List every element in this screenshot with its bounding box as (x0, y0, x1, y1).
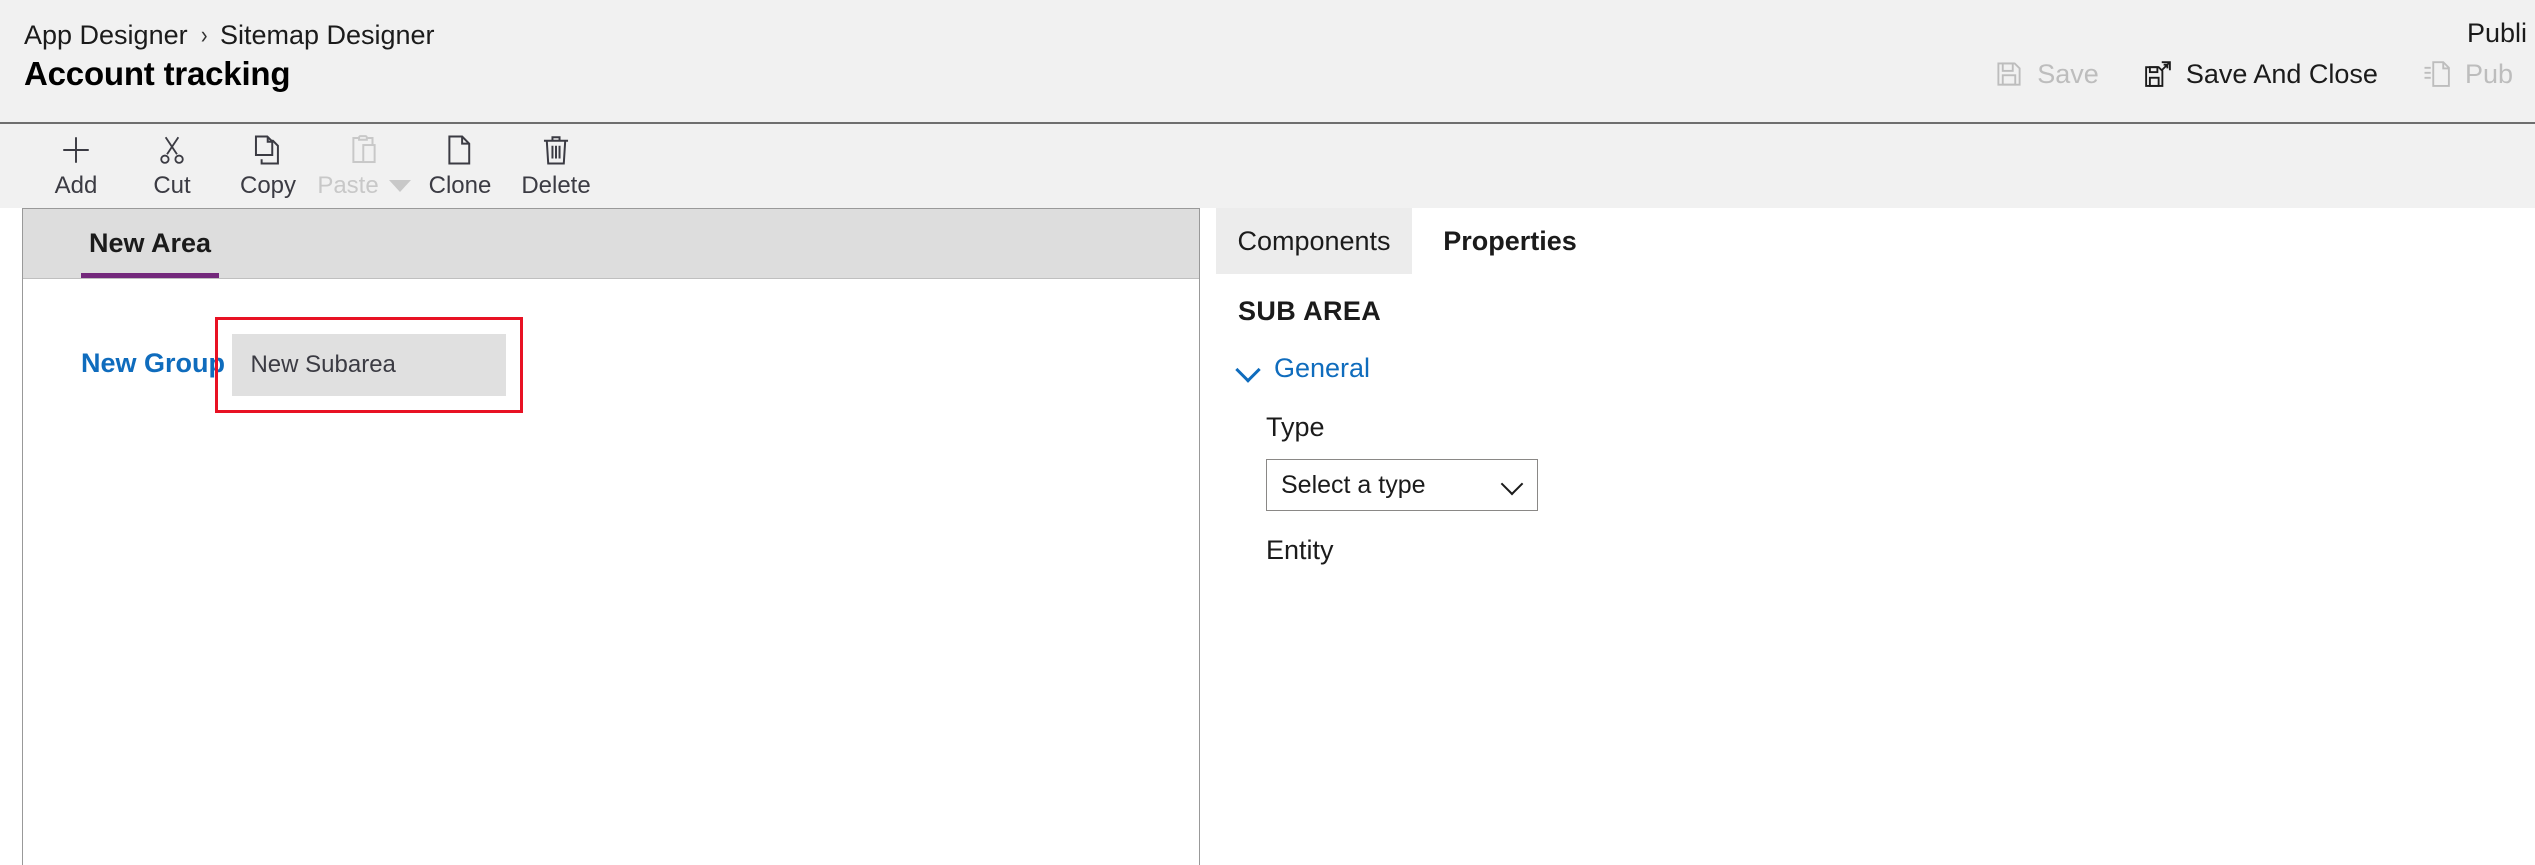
save-button-label: Save (2037, 58, 2099, 89)
save-button[interactable]: Save (1972, 45, 2121, 103)
clipboard-icon (347, 130, 381, 170)
panel-tab-strip: Components Properties (1216, 208, 2535, 274)
cut-button-label: Cut (153, 172, 191, 199)
breadcrumb: App Designer › Sitemap Designer (24, 20, 435, 51)
panel-body: SUB AREA General Type Select a type Enti… (1216, 274, 2535, 566)
app-header: App Designer › Sitemap Designer Account … (0, 0, 2535, 124)
chevron-right-icon: › (200, 21, 208, 49)
field-entity-label: Entity (1266, 535, 1334, 565)
chevron-down-icon[interactable] (388, 180, 411, 192)
field-entity: Entity (1238, 535, 2535, 566)
delete-button-label: Delete (521, 172, 591, 199)
field-type-label: Type (1266, 412, 1325, 442)
chevron-down-icon (1503, 475, 1523, 495)
type-select[interactable]: Select a type (1266, 459, 1538, 511)
publish-icon (2422, 59, 2452, 89)
breadcrumb-item-sitemap-designer[interactable]: Sitemap Designer (220, 20, 435, 51)
area-tab-new-area[interactable]: New Area (81, 209, 220, 278)
properties-panel: Components Properties SUB AREA General T… (1216, 208, 2535, 865)
paste-button-label: Paste (317, 172, 411, 199)
designer-toolbar: Add Cut Copy Paste Clone Delete (0, 124, 2535, 208)
area-tab-strip: New Area (23, 209, 1199, 279)
paste-button-text: Paste (317, 172, 379, 199)
header-command-bar: Save Save And Close Pub (1972, 45, 2535, 103)
tab-properties-label: Properties (1443, 225, 1577, 256)
save-icon (1994, 59, 2024, 89)
clone-icon (443, 130, 477, 170)
type-select-value: Select a type (1281, 470, 1426, 499)
group-title-new-group[interactable]: New Group (81, 348, 225, 379)
tab-components[interactable]: Components (1216, 208, 1412, 274)
subarea-selection-outline: New Subarea (215, 317, 524, 413)
save-and-close-button-label: Save And Close (2185, 58, 2378, 89)
save-and-close-icon (2143, 59, 2173, 89)
add-button[interactable]: Add (28, 124, 124, 208)
publish-button-label: Pub (2464, 58, 2513, 89)
tab-components-label: Components (1237, 225, 1391, 256)
breadcrumb-item-app-designer[interactable]: App Designer (24, 20, 188, 51)
add-button-label: Add (54, 172, 98, 199)
subarea-tile-new-subarea[interactable]: New Subarea (232, 334, 507, 396)
field-type: Type Select a type (1238, 412, 2535, 511)
area-tab-label: New Area (89, 228, 212, 258)
copy-button[interactable]: Copy (220, 124, 316, 208)
clone-button-label: Clone (428, 172, 492, 199)
canvas-content: New Group New Subarea (23, 279, 1199, 413)
panel-heading-sub-area: SUB AREA (1238, 296, 1382, 326)
chevron-down-icon (1238, 358, 1260, 380)
publish-button[interactable]: Pub (2400, 45, 2535, 103)
save-and-close-button[interactable]: Save And Close (2121, 45, 2400, 103)
delete-button[interactable]: Delete (508, 124, 604, 208)
designer-body: New Area New Group New Subarea Component… (0, 208, 2535, 865)
cut-button[interactable]: Cut (124, 124, 220, 208)
plus-icon (58, 130, 94, 170)
subarea-label: New Subarea (250, 351, 396, 378)
sitemap-canvas: New Area New Group New Subarea (22, 208, 1200, 865)
section-general-label: General (1274, 353, 1371, 383)
copy-icon (251, 130, 285, 170)
scissors-icon (155, 130, 189, 170)
clone-button[interactable]: Clone (412, 124, 508, 208)
copy-button-label: Copy (239, 172, 297, 199)
tab-properties[interactable]: Properties (1412, 208, 1608, 274)
page-title: Account tracking (24, 55, 291, 92)
trash-icon (539, 130, 573, 170)
section-general-toggle[interactable]: General (1238, 353, 2535, 384)
paste-button[interactable]: Paste (316, 124, 412, 208)
